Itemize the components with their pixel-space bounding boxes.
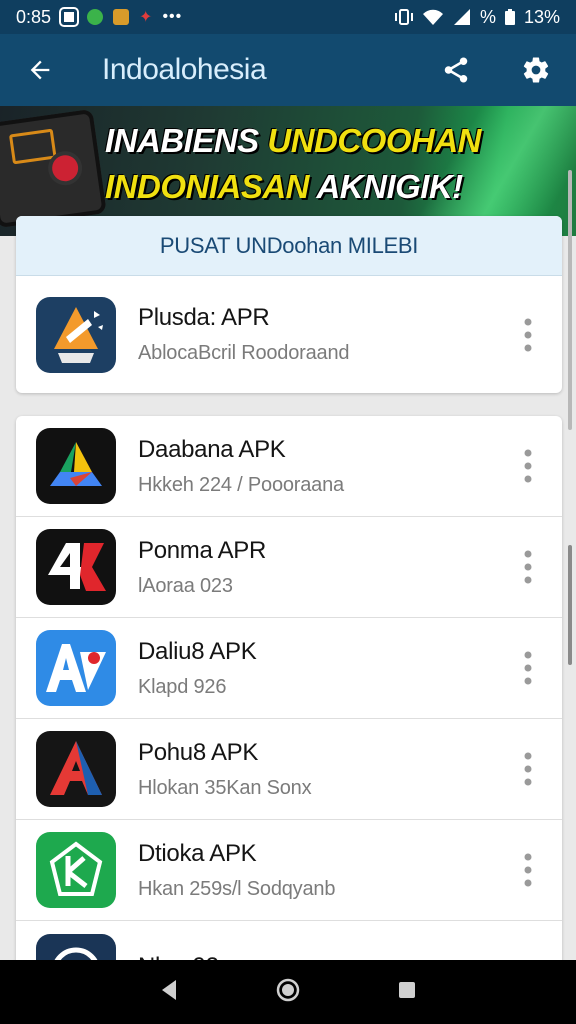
more-options-button[interactable]	[508, 537, 548, 597]
app-title: Indoalohesia	[102, 53, 267, 86]
app-subtitle: Klapd 926	[138, 675, 227, 698]
nav-home-button[interactable]	[275, 977, 301, 1008]
app-icon-ponma	[36, 529, 116, 605]
notification-app-icon	[59, 7, 80, 27]
vibrate-icon	[394, 9, 413, 25]
app-title: Daabana APK	[138, 435, 286, 463]
banner-headline-1: INABIENS UNDCOOHAN	[105, 122, 482, 160]
app-subtitle: lAoraa 023	[138, 574, 233, 597]
featured-card: PUSAT UNDoohan MILEBI Plusda: APR Abloca…	[16, 216, 562, 393]
nav-recents-button[interactable]	[396, 979, 418, 1006]
app-icon-dtioka	[36, 832, 116, 908]
battery-icon	[504, 9, 515, 25]
app-subtitle: Hkan 259s/l Sodqyanb	[138, 877, 336, 900]
more-vert-icon	[524, 651, 532, 685]
status-time: 0:85	[16, 6, 52, 27]
more-notifications-icon: •••	[162, 8, 183, 25]
banner-word-3: INDONIASAN	[105, 168, 310, 205]
notification-chat-icon	[87, 9, 104, 25]
device-illustration	[0, 108, 107, 229]
app-icon-plusda	[36, 296, 116, 373]
notification-red-icon: ✦	[139, 9, 153, 26]
app-list-card: Daabana APK Hkkeh 224 / Poooraana Ponma …	[16, 416, 562, 976]
more-vert-icon	[524, 752, 532, 786]
featured-header: PUSAT UNDoohan MILEBI	[16, 216, 562, 276]
more-vert-icon	[524, 853, 532, 887]
status-bar: 0:85 ✦ ••• % 13%	[0, 0, 576, 34]
list-item[interactable]: Daliu8 APK Klapd 926	[16, 618, 562, 719]
more-vert-icon	[524, 449, 532, 483]
app-title: Daliu8 APK	[138, 637, 257, 665]
system-nav-bar	[0, 960, 576, 1024]
banner-word-2: UNDCOOHAN	[267, 122, 482, 159]
cell-signal-icon	[453, 9, 470, 25]
nav-back-button[interactable]	[158, 978, 180, 1007]
gear-icon	[523, 57, 549, 83]
back-button[interactable]	[0, 34, 80, 106]
wifi-icon	[422, 9, 443, 25]
app-subtitle: Hkkeh 224 / Poooraana	[138, 473, 344, 496]
settings-button[interactable]	[496, 34, 576, 106]
more-vert-icon	[524, 318, 532, 351]
app-icon-daabana	[36, 428, 116, 504]
more-options-button[interactable]	[508, 638, 548, 698]
app-bar: Indoalohesia	[0, 34, 576, 106]
banner-word-4: AKNIGIK!	[316, 168, 463, 205]
arrow-left-icon	[30, 60, 50, 80]
app-title: Pohu8 APK	[138, 738, 259, 766]
share-button[interactable]	[416, 34, 496, 106]
scrollbar-track[interactable]	[568, 170, 572, 430]
banner-word-1: INABIENS	[105, 122, 259, 159]
app-icon-daliu8	[36, 630, 116, 706]
app-title: Plusda: APR	[138, 304, 270, 331]
more-options-button[interactable]	[508, 739, 548, 799]
app-title: Ponma APR	[138, 536, 267, 564]
more-vert-icon	[524, 550, 532, 584]
list-item[interactable]: Ponma APR lAoraa 023	[16, 517, 562, 618]
more-options-button[interactable]	[508, 436, 548, 496]
battery-percent: 13%	[523, 6, 560, 27]
featured-item[interactable]: Plusda: APR AblocaBcril Roodoraand	[16, 276, 562, 393]
list-item[interactable]: Dtioka APK Hkan 259s/l Sodqyanb	[16, 820, 562, 921]
share-icon	[444, 57, 468, 83]
notification-media-icon	[113, 9, 130, 25]
app-subtitle: AblocaBcril Roodoraand	[138, 342, 350, 364]
back-triangle-icon	[161, 979, 176, 1000]
more-options-button[interactable]	[508, 305, 548, 365]
signal-percent-text: %	[479, 6, 496, 27]
recents-square-icon	[399, 981, 416, 998]
scrollbar-thumb[interactable]	[568, 545, 572, 665]
app-subtitle: Hlokan 35Kan Sonx	[138, 776, 312, 799]
list-item[interactable]: Daabana APK Hkkeh 224 / Poooraana	[16, 416, 562, 517]
app-title: Dtioka APK	[138, 839, 257, 867]
more-options-button[interactable]	[508, 840, 548, 900]
home-circle-icon	[276, 978, 300, 1001]
banner-headline-2: INDONIASAN AKNIGIK!	[105, 168, 463, 206]
app-icon-pohu8	[36, 731, 116, 807]
list-item[interactable]: Pohu8 APK Hlokan 35Kan Sonx	[16, 719, 562, 820]
